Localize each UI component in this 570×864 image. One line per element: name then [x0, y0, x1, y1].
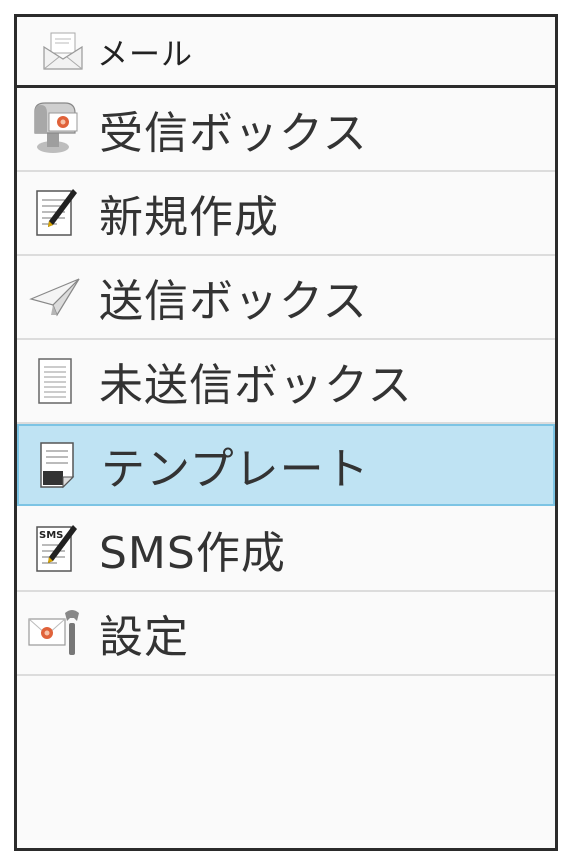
- menu-item-label: 未送信ボックス: [99, 360, 413, 411]
- menu-item-label: 送信ボックス: [99, 276, 368, 327]
- panel-header: メール: [17, 17, 555, 88]
- menu-item-template[interactable]: テンプレート: [17, 424, 555, 506]
- sms-compose-icon: SMS: [27, 521, 83, 577]
- menu-item-label: SMS作成: [99, 528, 286, 579]
- mail-menu-panel: メール 受信ボックス 新規作成 送信ボックス 未送信ボックス テンプレート SM…: [14, 14, 558, 851]
- page-title: メール: [97, 36, 193, 73]
- menu-item-label: テンプレート: [101, 444, 370, 495]
- menu-item-inbox[interactable]: 受信ボックス: [17, 88, 555, 172]
- menu-item-outbox[interactable]: 送信ボックス: [17, 256, 555, 340]
- menu-item-sms-compose[interactable]: SMS SMS作成: [17, 508, 555, 592]
- paper-plane-icon: [27, 269, 83, 325]
- mail-wrench-icon: [27, 605, 83, 661]
- menu-item-settings[interactable]: 設定: [17, 592, 555, 676]
- menu-item-compose[interactable]: 新規作成: [17, 172, 555, 256]
- svg-text:SMS: SMS: [39, 530, 63, 541]
- menu-item-label: 受信ボックス: [99, 108, 368, 159]
- menu-item-unsent[interactable]: 未送信ボックス: [17, 340, 555, 424]
- document-icon: [27, 353, 83, 409]
- inbox-mailbox-icon: [27, 101, 83, 157]
- template-note-icon: [29, 437, 85, 493]
- menu-item-label: 新規作成: [99, 192, 279, 243]
- mail-open-icon: [41, 29, 85, 73]
- menu-item-label: 設定: [99, 612, 189, 663]
- compose-pen-icon: [27, 185, 83, 241]
- menu-list: 受信ボックス 新規作成 送信ボックス 未送信ボックス テンプレート SMS SM…: [17, 88, 555, 676]
